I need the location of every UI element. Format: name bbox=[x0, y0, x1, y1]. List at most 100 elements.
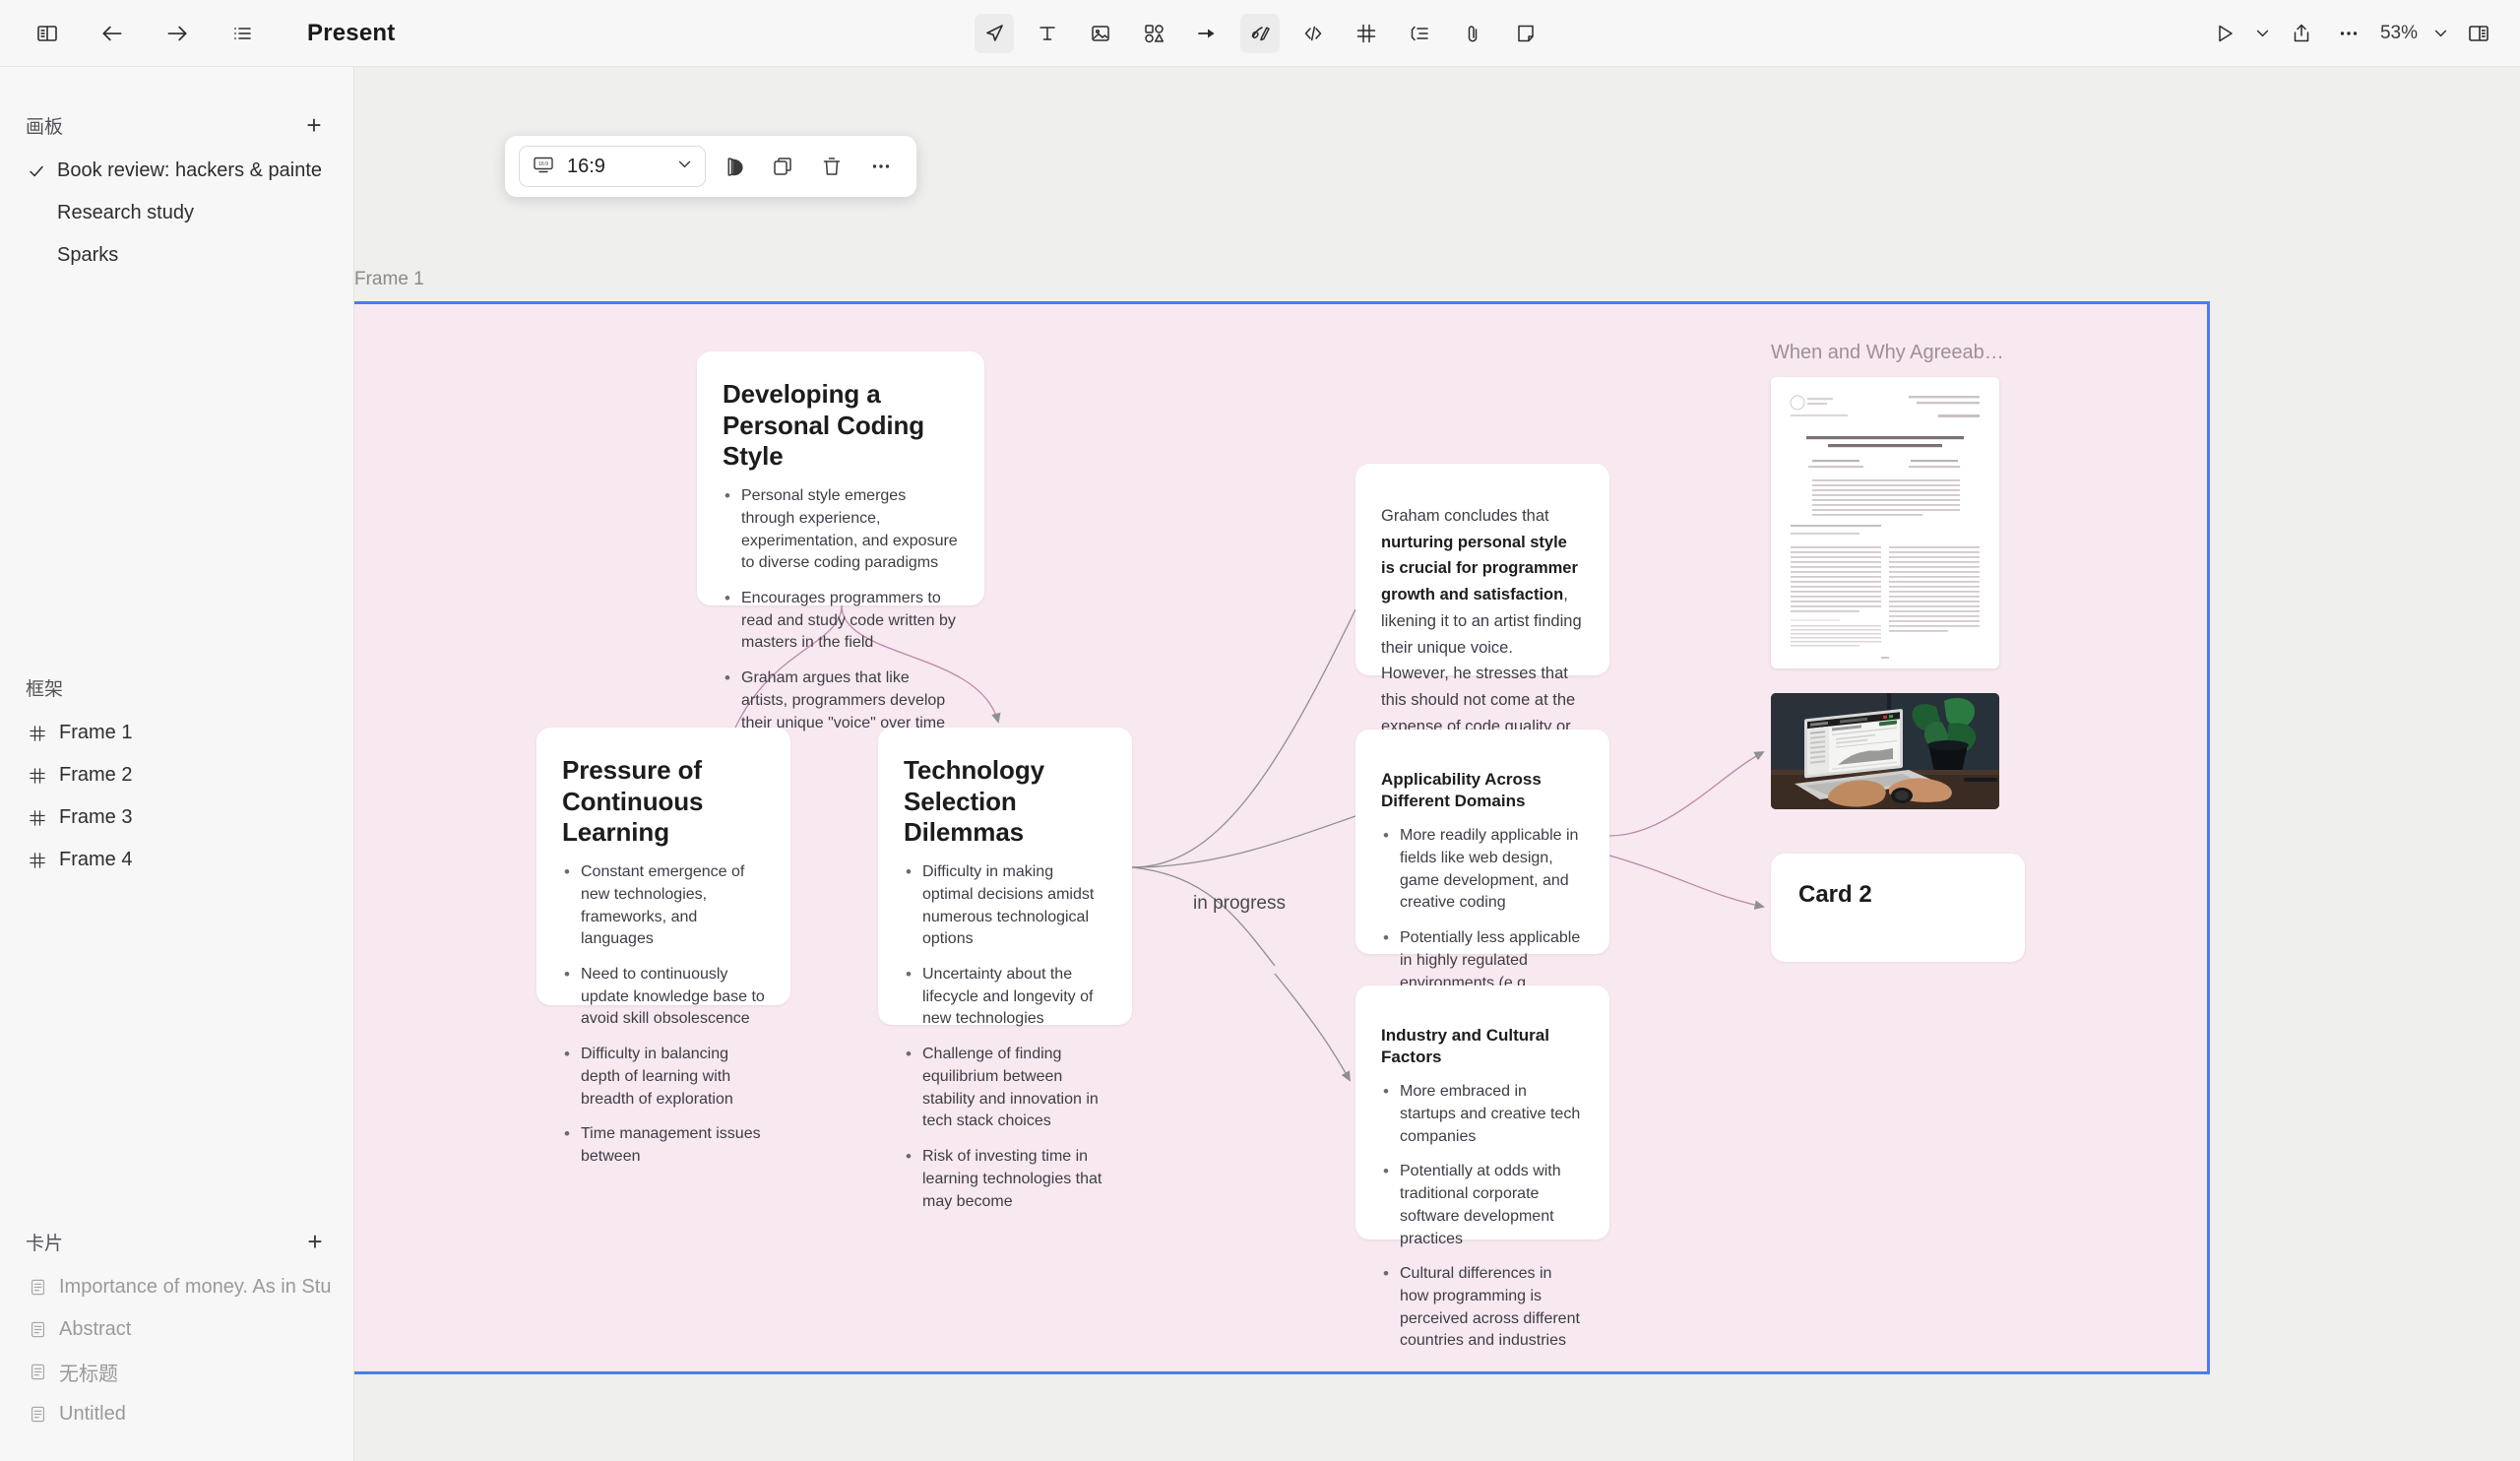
frame-hash-icon bbox=[26, 724, 49, 743]
frame-1-canvas[interactable]: Developing a Personal Coding Style Perso… bbox=[354, 301, 2210, 1374]
sidebar-card-untitled-cn[interactable]: 无标题 bbox=[0, 1351, 354, 1393]
frames-section-header: 框架 bbox=[0, 663, 354, 712]
paper-page-preview bbox=[1771, 377, 1999, 668]
card-label: Untitled bbox=[59, 1403, 126, 1425]
card-title: Pressure of Continuous Learning bbox=[562, 755, 704, 848]
add-card-plus-icon[interactable]: + bbox=[301, 1228, 329, 1255]
zoom-level-label[interactable]: 53% bbox=[2376, 23, 2422, 44]
list-item: Uncertainty about the lifecycle and long… bbox=[904, 963, 1106, 1031]
sidebar-frame-3[interactable]: Frame 3 bbox=[0, 796, 354, 839]
sidebar-board-sparks[interactable]: Sparks bbox=[0, 234, 353, 277]
card-bullet-list: Constant emergence of new technologies, … bbox=[562, 860, 765, 1169]
card-doc-icon bbox=[26, 1363, 49, 1381]
sidebar-frame-4[interactable]: Frame 4 bbox=[0, 839, 354, 881]
image-icon[interactable] bbox=[1081, 14, 1120, 53]
aspect-ratio-select[interactable]: 16:9 16:9 bbox=[519, 146, 706, 187]
laptop-desk-photo[interactable] bbox=[1771, 693, 1999, 809]
sidebar-frame-2[interactable]: Frame 2 bbox=[0, 754, 354, 796]
frame-label: Frame 1 bbox=[59, 722, 133, 743]
code-brackets-icon[interactable] bbox=[1293, 14, 1333, 53]
card-graham-conclusion[interactable]: Graham concludes that nurturing personal… bbox=[1355, 464, 1609, 761]
add-board-plus-icon[interactable]: + bbox=[300, 111, 328, 139]
card-label: Importance of money. As in Stu bbox=[59, 1276, 332, 1298]
board-label: Sparks bbox=[57, 244, 119, 266]
frame-hash-icon bbox=[26, 808, 49, 828]
card-doc-icon bbox=[26, 1278, 49, 1297]
list-item: Graham argues that like artists, program… bbox=[723, 667, 959, 734]
sidebar-card-importance-of-money[interactable]: Importance of money. As in Stu bbox=[0, 1266, 354, 1308]
bullet-list-icon[interactable] bbox=[1400, 14, 1439, 53]
frame-label: Frame 3 bbox=[59, 806, 133, 828]
share-upload-icon[interactable] bbox=[2282, 14, 2321, 53]
card-bullet-list: Difficulty in making optimal decisions a… bbox=[904, 860, 1106, 1213]
check-icon bbox=[26, 162, 47, 180]
cursor-arrow-icon[interactable] bbox=[975, 13, 1014, 53]
frames-section: 框架 Frame 1 Frame 2 Frame 3 Frame 4 bbox=[0, 663, 354, 881]
list-item: Cultural differences in how programming … bbox=[1381, 1262, 1584, 1353]
board-label: Research study bbox=[57, 202, 194, 223]
card-label: 无标题 bbox=[59, 1364, 118, 1385]
frame-hash-icon[interactable] bbox=[1347, 14, 1386, 53]
card-technology-selection-dilemmas[interactable]: Technology Selection Dilemmas Difficulty… bbox=[878, 728, 1132, 1210]
zoom-chevron-down-icon[interactable] bbox=[2429, 23, 2451, 44]
list-item: Difficulty in balancing depth of learnin… bbox=[562, 1043, 765, 1111]
paperclip-icon[interactable] bbox=[1453, 14, 1492, 53]
paragraph-lead: Graham concludes that bbox=[1381, 507, 1549, 525]
frame-caption[interactable]: Frame 1 bbox=[354, 269, 424, 290]
chevron-down-icon bbox=[676, 156, 693, 177]
arrow-left-icon[interactable] bbox=[93, 14, 132, 53]
connector-label-in-progress[interactable]: in progress bbox=[1193, 893, 1286, 915]
list-icon[interactable] bbox=[222, 14, 262, 53]
panel-right-icon[interactable] bbox=[2459, 14, 2498, 53]
sticky-note-icon[interactable] bbox=[1506, 14, 1545, 53]
card-applicability-across-domains[interactable]: Applicability Across Different Domains M… bbox=[1355, 730, 1609, 1036]
arrow-right-tool-icon[interactable] bbox=[1187, 14, 1227, 53]
panel-left-icon[interactable] bbox=[28, 14, 67, 53]
document-thumbnail-preview[interactable] bbox=[1771, 377, 1999, 668]
frame-hash-icon bbox=[26, 851, 49, 870]
card-industry-and-cultural-factors[interactable]: Industry and Cultural Factors More embra… bbox=[1355, 985, 1609, 1349]
ellipsis-icon[interactable] bbox=[859, 145, 903, 188]
card-title: Industry and Cultural Factors bbox=[1381, 1026, 1549, 1067]
frame-label: Frame 2 bbox=[59, 764, 133, 786]
text-t-icon[interactable] bbox=[1028, 14, 1067, 53]
document-thumbnail-block[interactable]: When and Why Agreeab… bbox=[1771, 342, 2007, 668]
card-pressure-of-continuous-learning[interactable]: Pressure of Continuous Learning Constant… bbox=[536, 728, 790, 1165]
card-developing-personal-coding-style[interactable]: Developing a Personal Coding Style Perso… bbox=[697, 351, 984, 731]
shapes-icon[interactable] bbox=[1134, 14, 1173, 53]
palette-icon[interactable] bbox=[712, 145, 755, 188]
cards-section: 卡片 + Importance of money. As in Stu Abst… bbox=[0, 1217, 354, 1435]
board-label: Book review: hackers & painte bbox=[57, 159, 323, 181]
list-item: Need to continuously update knowledge ba… bbox=[562, 963, 765, 1031]
left-sidebar: 画板 + Book review: hackers & painte Resea… bbox=[0, 67, 354, 1461]
sidebar-frame-1[interactable]: Frame 1 bbox=[0, 712, 354, 754]
list-item: Personal style emerges through experienc… bbox=[723, 484, 959, 575]
frames-title: 框架 bbox=[26, 678, 64, 700]
list-item: Difficulty in making optimal decisions a… bbox=[904, 860, 1106, 951]
play-chevron-down-icon[interactable] bbox=[2252, 23, 2274, 44]
list-item: Time management issues between bbox=[562, 1122, 765, 1168]
arrow-right-icon[interactable] bbox=[158, 14, 197, 53]
card-title: Applicability Across Different Domains bbox=[1381, 770, 1542, 811]
document-thumbnail-title: When and Why Agreeab… bbox=[1771, 342, 2004, 363]
aspect-ratio-value: 16:9 bbox=[567, 155, 605, 177]
canvas-area[interactable]: 16:9 16:9 Frame 1 Developing a Personal … bbox=[354, 67, 2520, 1461]
copy-icon[interactable] bbox=[761, 145, 804, 188]
svg-text:16:9: 16:9 bbox=[538, 161, 548, 167]
card-bullet-list: More embraced in startups and creative t… bbox=[1381, 1080, 1584, 1353]
paragraph-bold: nurturing personal style is crucial for … bbox=[1381, 533, 1578, 604]
top-toolbar: Present 53% bbox=[0, 0, 2520, 67]
sidebar-board-research-study[interactable]: Research study bbox=[0, 192, 353, 234]
list-item: Risk of investing time in learning techn… bbox=[904, 1145, 1106, 1213]
ellipsis-icon[interactable] bbox=[2329, 14, 2368, 53]
sidebar-card-abstract[interactable]: Abstract bbox=[0, 1308, 354, 1351]
play-triangle-icon[interactable] bbox=[2205, 14, 2244, 53]
card-title: Developing a Personal Coding Style bbox=[723, 379, 925, 472]
trash-icon[interactable] bbox=[810, 145, 853, 188]
pen-scribble-icon[interactable] bbox=[1240, 13, 1280, 53]
sidebar-card-untitled[interactable]: Untitled bbox=[0, 1393, 354, 1435]
frame-hash-icon bbox=[26, 766, 49, 786]
list-item: More embraced in startups and creative t… bbox=[1381, 1080, 1584, 1148]
card-2[interactable]: Card 2 bbox=[1771, 854, 2025, 962]
sidebar-board-book-review[interactable]: Book review: hackers & painte bbox=[0, 150, 353, 192]
